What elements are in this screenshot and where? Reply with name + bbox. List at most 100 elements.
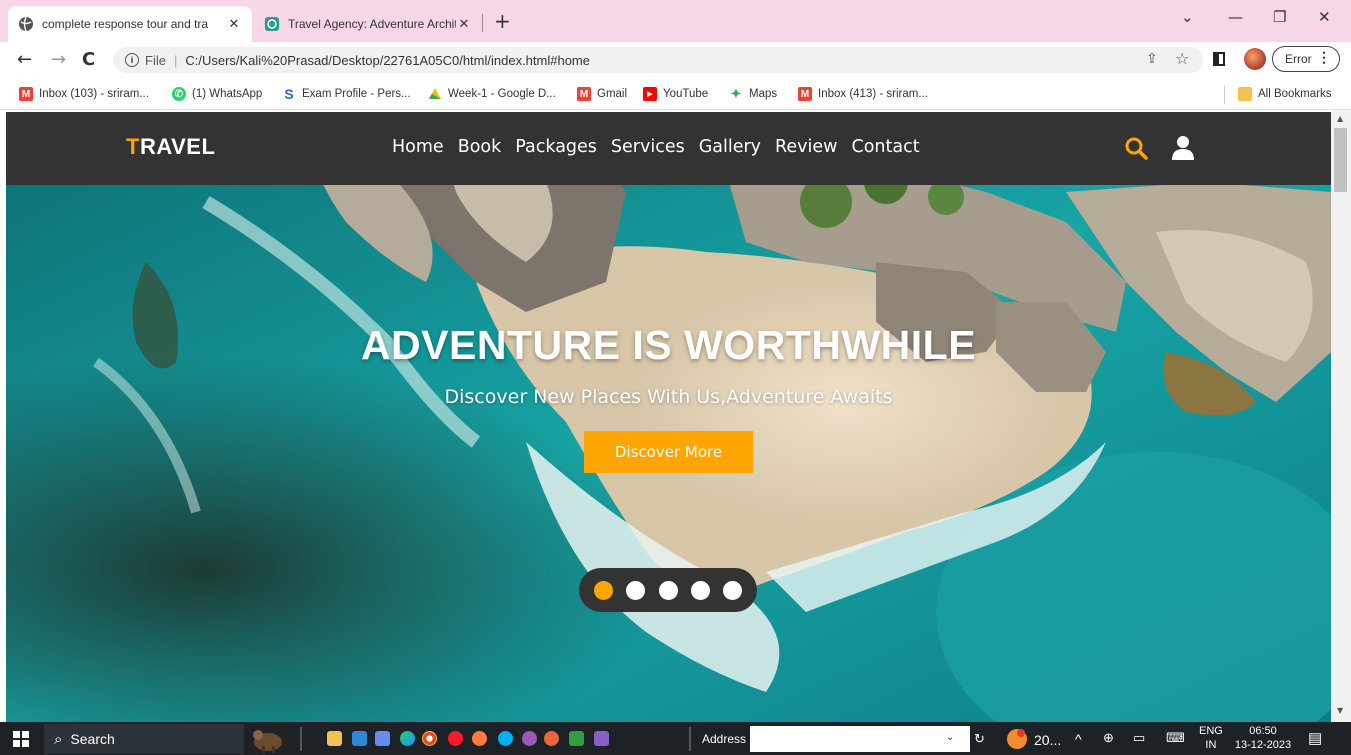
- nav-packages[interactable]: Packages: [515, 137, 597, 157]
- nav-review[interactable]: Review: [775, 137, 837, 157]
- slider-dot-5[interactable]: [723, 581, 742, 600]
- scrollbar-thumb[interactable]: [1334, 128, 1347, 192]
- bookmark-label: YouTube: [663, 88, 709, 100]
- menu-dots-icon[interactable]: ⋮: [1317, 49, 1331, 66]
- scroll-up-arrow-icon[interactable]: ▲: [1337, 114, 1343, 123]
- taskbar-search-label: Search: [70, 731, 115, 747]
- taskbar-address-input[interactable]: [750, 726, 970, 752]
- star-icon[interactable]: ☆: [1175, 49, 1189, 68]
- skype-icon[interactable]: [498, 731, 513, 746]
- network-icon[interactable]: ⊕: [1103, 730, 1114, 746]
- language-top: ENG: [1199, 725, 1223, 737]
- nav-gallery[interactable]: Gallery: [699, 137, 761, 157]
- user-icon[interactable]: [1172, 136, 1194, 160]
- url-scheme: File: [145, 52, 166, 68]
- app-icon[interactable]: [569, 731, 584, 746]
- file-explorer-icon[interactable]: [327, 731, 342, 746]
- reload-icon[interactable]: C: [82, 49, 95, 70]
- youtube-icon: ▶: [643, 87, 657, 101]
- close-tab-icon[interactable]: ✕: [226, 16, 242, 32]
- page-scrollbar[interactable]: [1331, 110, 1351, 722]
- bookmark-item[interactable]: M Inbox (413) - sriram...: [798, 87, 928, 101]
- all-bookmarks-button[interactable]: All Bookmarks: [1238, 87, 1332, 101]
- bookmark-item[interactable]: ✆ (1) WhatsApp: [172, 87, 262, 101]
- taskbar-divider: [300, 727, 302, 751]
- clock[interactable]: 06:50 13-12-2023: [1232, 724, 1294, 752]
- nav-book[interactable]: Book: [458, 137, 502, 157]
- search-icon[interactable]: [1124, 136, 1148, 160]
- tab-active[interactable]: complete response tour and tra ✕: [8, 6, 252, 42]
- bookmark-item[interactable]: M Gmail: [577, 87, 627, 101]
- minimize-button[interactable]: —: [1228, 8, 1243, 26]
- whatsapp-icon: ✆: [172, 87, 186, 101]
- bookmark-item[interactable]: Week-1 - Google D...: [428, 87, 556, 101]
- folder-icon: [1238, 87, 1252, 101]
- error-button[interactable]: Error ⋮: [1272, 46, 1340, 72]
- profile-avatar[interactable]: [1244, 48, 1266, 70]
- app-icon[interactable]: [522, 731, 537, 746]
- new-tab-button[interactable]: +: [494, 9, 511, 33]
- slider-dot-2[interactable]: [626, 581, 645, 600]
- tab-title: complete response tour and tra: [42, 17, 209, 31]
- back-arrow-icon[interactable]: ←: [17, 49, 32, 70]
- slider-dot-3[interactable]: [659, 581, 678, 600]
- page-viewport: TRAVEL Home Book Packages Services Galle…: [6, 112, 1331, 722]
- hero-subtitle: Discover New Places With Us,Adventure Aw…: [444, 386, 893, 408]
- hero-title: ADVENTURE IS WORTHWHILE: [360, 322, 977, 368]
- address-bar[interactable]: i File | C:/Users/Kali%20Prasad/Desktop/…: [113, 47, 1203, 73]
- close-window-button[interactable]: ✕: [1318, 8, 1331, 26]
- chrome-icon[interactable]: [544, 731, 559, 746]
- bookmark-label: (1) WhatsApp: [192, 88, 263, 100]
- nav-contact[interactable]: Contact: [851, 137, 919, 157]
- bookmark-label: Inbox (103) - sriram...: [39, 88, 149, 100]
- battery-icon[interactable]: ▭: [1133, 730, 1145, 746]
- language-indicator[interactable]: ENG IN: [1199, 724, 1223, 752]
- nav-services[interactable]: Services: [611, 137, 685, 157]
- slider-dot-4[interactable]: [691, 581, 710, 600]
- visual-studio-icon[interactable]: [594, 731, 609, 746]
- restore-button[interactable]: ❐: [1273, 8, 1286, 26]
- scroll-down-arrow-icon[interactable]: ▼: [1337, 706, 1343, 715]
- chrome-icon[interactable]: [422, 731, 437, 746]
- slider-dot-1[interactable]: [594, 581, 613, 600]
- search-highlight-icon: [253, 730, 282, 753]
- forward-arrow-icon[interactable]: →: [51, 49, 66, 70]
- tab-divider: [482, 14, 483, 32]
- clock-date: 13-12-2023: [1234, 739, 1292, 751]
- gmail-icon: M: [19, 87, 33, 101]
- info-icon[interactable]: i: [125, 53, 139, 67]
- windows-start-icon[interactable]: [13, 731, 29, 747]
- chevron-down-icon[interactable]: ⌄: [946, 732, 954, 743]
- keyboard-icon[interactable]: ⌨: [1166, 730, 1185, 746]
- tab-search-chevron-icon[interactable]: ⌄: [1181, 8, 1194, 26]
- weather-icon[interactable]: [1005, 727, 1029, 751]
- bookmark-item[interactable]: ▶ YouTube: [643, 87, 708, 101]
- bookmark-item[interactable]: S Exam Profile - Pers...: [282, 86, 411, 102]
- bookmark-item[interactable]: ✦ Maps: [729, 86, 778, 101]
- tab-inactive[interactable]: Travel Agency: Adventure Archit ✕: [254, 6, 482, 42]
- share-icon[interactable]: ⇪: [1146, 51, 1158, 67]
- logo-text: RAVEL: [139, 134, 216, 159]
- app-icon[interactable]: [472, 731, 487, 746]
- refresh-icon[interactable]: ↻: [974, 731, 985, 747]
- bookmark-item[interactable]: M Inbox (103) - sriram...: [19, 87, 149, 101]
- discover-more-button[interactable]: Discover More: [584, 431, 753, 473]
- bookmark-label: Inbox (413) - sriram...: [818, 88, 928, 100]
- nav-home[interactable]: Home: [392, 137, 444, 157]
- opera-icon[interactable]: [448, 731, 463, 746]
- edge-icon[interactable]: [400, 731, 415, 746]
- side-panel-icon[interactable]: [1213, 52, 1225, 66]
- browser-tab-strip: complete response tour and tra ✕ Travel …: [0, 0, 1351, 42]
- chevron-up-icon[interactable]: ^: [1075, 731, 1082, 747]
- globe-icon: [19, 16, 33, 32]
- mail-icon[interactable]: [352, 731, 367, 746]
- site-logo[interactable]: TRAVEL: [126, 134, 215, 160]
- taskbar-search[interactable]: ⌕ Search: [44, 724, 244, 754]
- store-icon[interactable]: [375, 731, 390, 746]
- close-tab-icon[interactable]: ✕: [456, 16, 472, 32]
- gmail-icon: M: [798, 87, 812, 101]
- bookmark-label: Exam Profile - Pers...: [302, 88, 411, 100]
- notifications-icon[interactable]: ▤: [1308, 729, 1322, 747]
- main-nav: Home Book Packages Services Gallery Revi…: [392, 137, 934, 157]
- weather-text: 20...: [1034, 732, 1062, 748]
